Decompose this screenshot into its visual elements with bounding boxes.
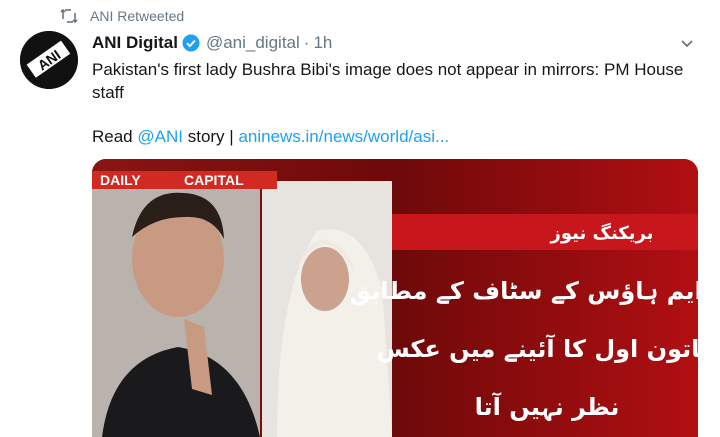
- article-link[interactable]: aninews.in/news/world/asi...: [238, 127, 449, 146]
- avatar[interactable]: ANI: [20, 31, 78, 89]
- tweet-body: Pakistan's first lady Bushra Bibi's imag…: [92, 60, 684, 102]
- author-handle[interactable]: @ani_digital: [206, 33, 300, 53]
- logo-capital: CAPITAL: [184, 172, 244, 188]
- read-prefix: Read: [92, 127, 133, 146]
- verified-badge-icon: [182, 34, 200, 52]
- breaking-label: بریکنگ نیوز: [550, 222, 654, 244]
- retweet-icon: [60, 8, 80, 24]
- read-line: Read @ANI story | aninews.in/news/world/…: [92, 125, 449, 148]
- retweet-label: ANI Retweeted: [90, 8, 185, 24]
- separator: ·: [303, 33, 310, 52]
- author-name[interactable]: ANI Digital: [92, 33, 178, 53]
- chevron-down-icon[interactable]: [678, 34, 696, 52]
- urdu-line-3: نظر نہیں آتا: [475, 392, 620, 422]
- retweet-context[interactable]: ANI Retweeted: [60, 6, 184, 26]
- urdu-line-2: خاتون اول کا آئینے میں عکس: [377, 334, 699, 363]
- tweet-text: Pakistan's first lady Bushra Bibi's imag…: [92, 58, 692, 104]
- media-image[interactable]: DAILY CAPITAL بریکنگ نیوز پی ایم ہاؤس کے…: [92, 159, 698, 437]
- urdu-line-1: پی ایم ہاؤس کے سٹاف کے مطابق: [350, 277, 698, 305]
- tweet-header: ANI Digital @ani_digital · 1h: [92, 31, 332, 55]
- timestamp[interactable]: 1h: [313, 33, 332, 53]
- mention-link[interactable]: @ANI: [137, 127, 183, 146]
- ani-logo-icon: ANI: [20, 31, 78, 89]
- read-story: story |: [187, 127, 234, 146]
- logo-daily: DAILY: [100, 172, 141, 188]
